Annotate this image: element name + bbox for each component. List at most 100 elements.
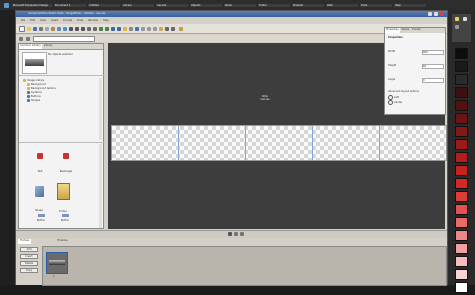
send-back-icon[interactable] (105, 26, 109, 31)
tab-frames[interactable]: Frames (18, 239, 32, 244)
menu-view[interactable]: View (40, 19, 46, 22)
color-swatch[interactable] (455, 61, 468, 72)
menu-tools[interactable]: Tools (77, 19, 83, 22)
tab-properties[interactable]: Properties (385, 28, 400, 33)
color-swatch[interactable] (455, 74, 468, 85)
property-value[interactable]: 800 (422, 50, 444, 55)
zoom-actual-icon[interactable] (234, 232, 238, 236)
align-right-icon[interactable] (81, 26, 85, 31)
zoom-in-icon[interactable] (111, 26, 115, 31)
bring-front-icon[interactable] (99, 26, 103, 31)
color-swatch[interactable] (455, 139, 468, 150)
color-swatch[interactable] (455, 191, 468, 202)
taskbar-tab[interactable]: Objects (190, 3, 222, 7)
insert-frame-button[interactable]: Insert (20, 254, 38, 259)
color-swatch[interactable] (455, 113, 468, 124)
flip-icon[interactable] (171, 26, 175, 31)
thumb-item[interactable]: Shape (29, 180, 49, 214)
stroke-icon[interactable] (455, 25, 459, 29)
thumb-item[interactable] (59, 151, 73, 165)
back-icon[interactable] (19, 36, 23, 41)
color-swatch[interactable] (455, 100, 468, 111)
color-swatch[interactable] (455, 230, 468, 241)
fill-icon[interactable] (463, 17, 467, 21)
option-row[interactable]: Center (388, 100, 402, 105)
grid-icon[interactable] (141, 26, 145, 31)
color-swatch[interactable] (455, 165, 468, 176)
taskbar-tab[interactable]: Tools (360, 3, 392, 7)
taskbar-tab[interactable]: Help (394, 3, 426, 7)
color-swatch[interactable] (455, 243, 468, 254)
save-icon[interactable] (33, 26, 37, 31)
tab-library[interactable]: Library (43, 44, 54, 49)
align-left-icon[interactable] (69, 26, 73, 31)
redo-icon[interactable] (63, 26, 67, 31)
help-icon[interactable] (135, 26, 139, 31)
undo-icon[interactable] (57, 26, 61, 31)
path-field[interactable] (33, 35, 95, 42)
forward-icon[interactable] (26, 36, 30, 41)
property-value[interactable]: 0 (422, 78, 444, 83)
ruler-icon[interactable] (147, 26, 151, 31)
taskbar-tab[interactable]: Web (326, 3, 358, 7)
property-value[interactable]: 60 (422, 64, 444, 69)
thumb-item[interactable] (33, 151, 47, 165)
new-icon[interactable] (19, 25, 25, 32)
zoom-in-icon[interactable] (240, 232, 244, 236)
menu-edit[interactable]: Edit (30, 19, 35, 22)
color-swatch[interactable] (455, 178, 468, 189)
tab-common-library[interactable]: Common Library (19, 44, 42, 49)
taskbar-tab[interactable]: Panel (224, 3, 256, 7)
rotate-icon[interactable] (165, 26, 169, 31)
color-swatch[interactable] (455, 256, 468, 267)
menu-insert[interactable]: Insert (51, 19, 58, 22)
menu-file[interactable]: File (21, 19, 25, 22)
copy-icon[interactable] (45, 26, 49, 31)
color-swatch[interactable] (455, 204, 468, 215)
color-swatch[interactable] (455, 217, 468, 228)
taskbar-tab[interactable]: Untitled (88, 3, 120, 7)
lock-icon[interactable] (159, 26, 163, 31)
paste-icon[interactable] (51, 26, 55, 31)
settings-icon[interactable] (129, 26, 133, 31)
color-swatch[interactable] (455, 87, 468, 98)
thumb-item[interactable]: Button (31, 214, 51, 226)
taskbar-tab[interactable]: Folder (258, 3, 290, 7)
ungroup-icon[interactable] (93, 26, 97, 31)
tab-styles[interactable]: Styles (401, 28, 411, 33)
transparent-strip[interactable] (111, 125, 447, 161)
thumb-item[interactable]: Folder (53, 180, 73, 214)
menu-window[interactable]: Window (88, 19, 98, 22)
menu-format[interactable]: Format (63, 19, 72, 22)
frame-thumbnail[interactable] (46, 252, 68, 274)
thumbs-scrollbar[interactable] (99, 144, 102, 228)
close-icon[interactable] (440, 12, 444, 16)
start-icon[interactable] (4, 2, 9, 8)
color-swatch[interactable] (455, 48, 468, 59)
zoom-fit-icon[interactable] (228, 232, 232, 236)
tab-events[interactable]: Events (411, 28, 421, 33)
snap-icon[interactable] (153, 26, 157, 31)
taskbar-tab[interactable]: Canvas (156, 3, 188, 7)
group-icon[interactable] (87, 26, 91, 31)
minimize-icon[interactable] (428, 12, 432, 16)
taskbar-tab[interactable]: Library (122, 3, 154, 7)
add-frame-button[interactable]: Add (20, 247, 38, 252)
color-swatch[interactable] (455, 282, 468, 293)
taskbar-tab[interactable]: Microsoft Expression Design (12, 3, 52, 7)
menu-help[interactable]: Help (103, 19, 109, 22)
tab-timeline[interactable]: Timeline (55, 239, 70, 244)
thumb-item[interactable]: Button (55, 214, 75, 226)
taskbar-tab[interactable]: Document 1 (54, 3, 86, 7)
preview-icon[interactable] (123, 26, 127, 31)
thumb-rectangle[interactable]: Rectangle (49, 170, 83, 173)
tree-scrollbar[interactable] (99, 78, 102, 140)
color-swatch[interactable] (455, 126, 468, 137)
open-icon[interactable] (27, 26, 31, 31)
maximize-icon[interactable] (434, 12, 438, 16)
publish-icon[interactable] (179, 26, 183, 31)
align-center-icon[interactable] (75, 26, 79, 31)
picker-icon[interactable] (455, 17, 459, 21)
tree-item[interactable]: Shapes (23, 98, 99, 102)
color-swatch[interactable] (455, 269, 468, 280)
